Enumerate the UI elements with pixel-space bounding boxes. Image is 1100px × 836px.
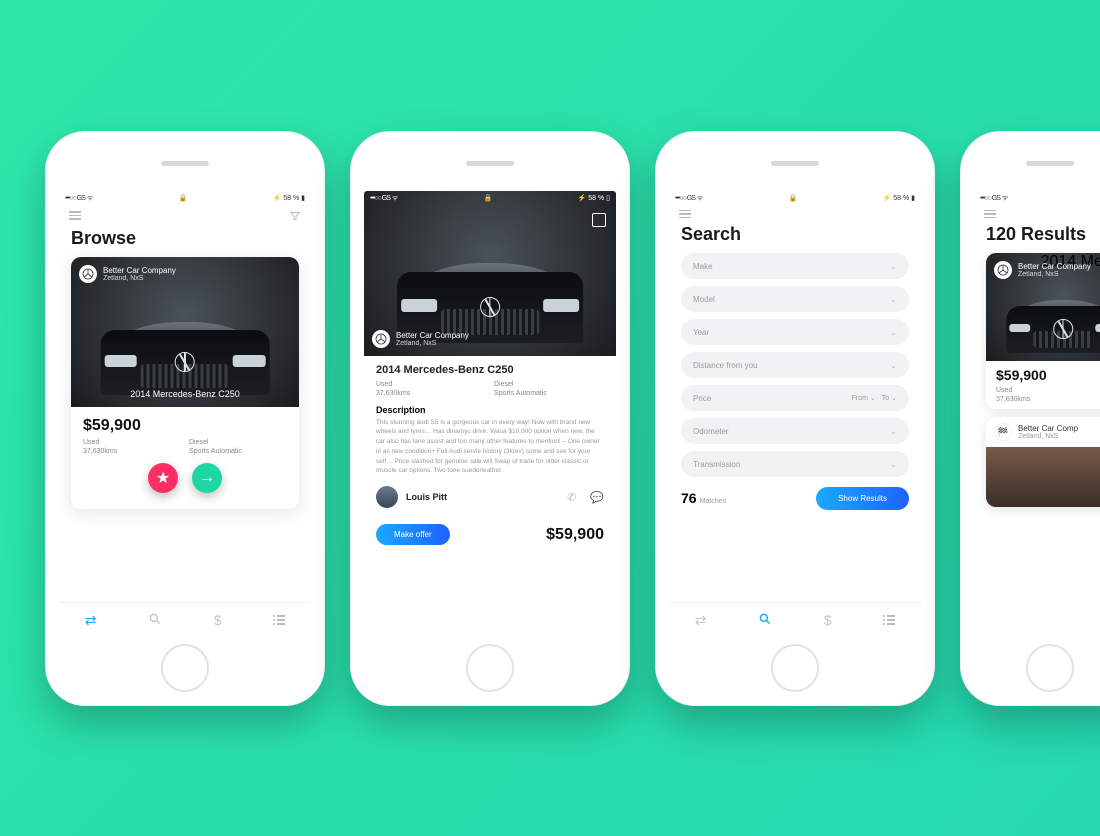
result-card[interactable]: 🏁 Better Car CompZetland, NxS (986, 417, 1100, 507)
detail-hero-image: •••○○ GS ᯤ 🔒 ⚡ 58 % ▯ Better Car Company… (364, 191, 616, 356)
detail-price: $59,900 (546, 526, 604, 544)
mercedes-logo-icon (372, 330, 390, 348)
next-button[interactable]: → (192, 463, 222, 493)
mercedes-logo-icon (79, 265, 97, 283)
tab-browse[interactable]: ⇄ (85, 612, 97, 629)
tab-search[interactable] (758, 612, 772, 629)
matches-count: 76Matches (681, 490, 726, 508)
page-title: Browse (59, 226, 311, 257)
chevron-down-icon: ⌄ (890, 295, 897, 304)
result-card[interactable]: Better Car CompanyZetland, NxS 2014 Merc… (986, 253, 1100, 409)
detail-car-name: 2014 Mercedes-Benz C250 (376, 364, 604, 376)
phone-detail: •••○○ GS ᯤ 🔒 ⚡ 58 % ▯ Better Car Company… (350, 131, 630, 706)
dealer-logo-icon: 🏁 (994, 423, 1012, 441)
distance-select[interactable]: Distance from you⌄ (681, 352, 909, 378)
result-price: $59,900 (996, 367, 1100, 383)
chevron-down-icon: ⌄ (890, 328, 897, 337)
search-title: Search (669, 222, 921, 253)
tab-list[interactable] (883, 615, 895, 625)
show-results-button[interactable]: Show Results (816, 487, 909, 510)
price-select[interactable]: PriceFrom ⌄To ⌄ (681, 385, 909, 411)
menu-icon[interactable] (679, 210, 691, 219)
result-car-image: Better Car CompanyZetland, NxS 2014 Merc… (986, 253, 1100, 361)
odometer-select[interactable]: Odometer⌄ (681, 418, 909, 444)
results-title: 120 Results (974, 222, 1100, 253)
status-bar: •••○○ GS ᯤ (974, 191, 1100, 206)
make-offer-button[interactable]: Make offer (376, 524, 450, 545)
chevron-down-icon: ⌄ (890, 427, 897, 436)
chat-icon[interactable]: 💬 (590, 491, 604, 504)
tab-bar: ⇄ $ (669, 602, 921, 638)
tab-price[interactable]: $ (214, 612, 222, 628)
car-image: Better Car CompanyZetland, NxS 2014 Merc… (71, 257, 299, 407)
chevron-down-icon: ⌄ (890, 460, 897, 469)
status-bar: •••○○ GS ᯤ 🔒 ⚡ 58 % ▮ (59, 191, 311, 206)
car-card[interactable]: Better Car CompanyZetland, NxS 2014 Merc… (71, 257, 299, 509)
tab-browse[interactable]: ⇄ (695, 612, 707, 629)
dealer-badge[interactable]: Better Car CompanyZetland, NxS (372, 330, 469, 348)
menu-icon[interactable] (69, 211, 81, 220)
status-bar: •••○○ GS ᯤ 🔒 ⚡ 58 % ▮ (669, 191, 921, 206)
filter-icon[interactable] (289, 210, 301, 222)
car-name: 2014 Mercedes-Benz C250 (71, 389, 299, 399)
make-select[interactable]: Make⌄ (681, 253, 909, 279)
tab-search[interactable] (148, 612, 162, 629)
phone-results: •••○○ GS ᯤ 120 Results Better Car Compan… (960, 131, 1100, 706)
result-car-image (986, 447, 1100, 507)
car-price: $59,900 (83, 417, 287, 435)
detail-specs: UsedDiesel 37,630kmsSports Automatic (376, 381, 604, 397)
tab-bar: ⇄ $ (59, 602, 311, 638)
description-text: This stunning audi S5 is a gorgeous car … (376, 418, 604, 477)
year-select[interactable]: Year⌄ (681, 319, 909, 345)
phone-search: •••○○ GS ᯤ 🔒 ⚡ 58 % ▮ Search Make⌄ Model… (655, 131, 935, 706)
phone-browse: •••○○ GS ᯤ 🔒 ⚡ 58 % ▮ Browse Better Car … (45, 131, 325, 706)
chevron-down-icon: ⌄ (890, 361, 897, 370)
dealer-badge[interactable]: 🏁 Better Car CompZetland, NxS (986, 417, 1100, 447)
phone-icon[interactable]: ✆ (567, 491, 576, 504)
chevron-down-icon: ⌄ (890, 262, 897, 271)
favorite-button[interactable]: ★ (148, 463, 178, 493)
bookmark-icon[interactable] (592, 213, 606, 227)
seller-name: Louis Pitt (406, 492, 553, 502)
result-specs: Used 37,630kms (996, 387, 1100, 403)
seller-row[interactable]: Louis Pitt ✆ 💬 (376, 486, 604, 508)
dealer-badge[interactable]: Better Car CompanyZetland, NxS (79, 265, 176, 283)
model-select[interactable]: Model⌄ (681, 286, 909, 312)
seller-avatar (376, 486, 398, 508)
description-heading: Description (376, 405, 604, 415)
tab-list[interactable] (273, 615, 285, 625)
transmission-select[interactable]: Transmission⌄ (681, 451, 909, 477)
car-specs: UsedDiesel 37,630kmsSports Automatic (83, 439, 287, 455)
tab-price[interactable]: $ (824, 612, 832, 628)
menu-icon[interactable] (984, 210, 996, 219)
